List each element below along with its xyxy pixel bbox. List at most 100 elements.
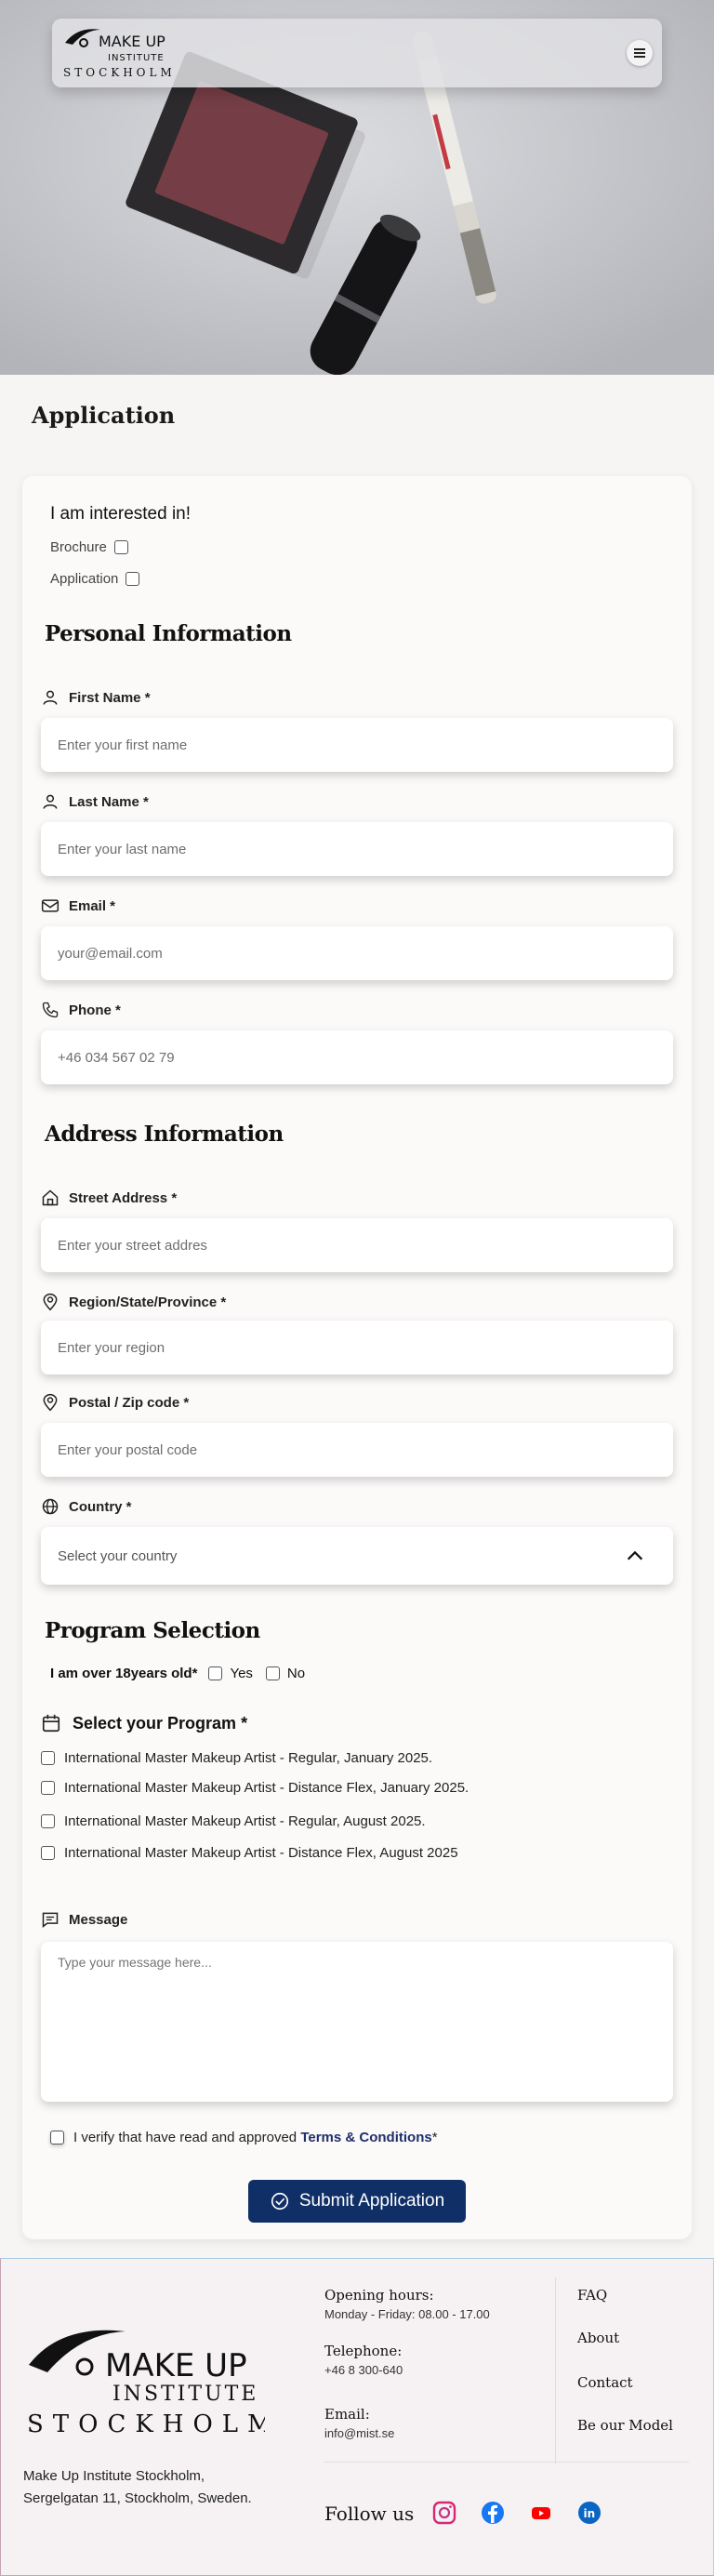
map-pin-icon [43,1293,58,1311]
submit-application-button[interactable]: Submit Application [248,2180,466,2223]
message-textarea[interactable] [41,1942,673,2102]
age-no-label: No [286,1666,306,1681]
country-select[interactable]: Select your country [41,1527,673,1585]
hours-value: Monday - Friday: 08.00 - 17.00 [324,2307,490,2321]
top-navbar: MAKE UP INSTITUTE STOCKHOLM [52,19,662,87]
program-checkbox[interactable] [41,1781,55,1795]
program-selection-heading: Program Selection [45,1618,260,1643]
application-option: Application [50,571,140,587]
footer-logo[interactable]: MAKE UP INSTITUTE STOCKHOLM [23,2318,265,2439]
last-name-label: Last Name * [41,792,149,811]
street-label: Street Address * [41,1188,177,1207]
svg-text:MAKE UP: MAKE UP [99,33,165,50]
svg-text:INSTITUTE: INSTITUTE [112,2383,258,2406]
last-name-label-text: Last Name * [69,793,149,810]
makeup-institute-logo[interactable]: MAKE UP INSTITUTE STOCKHOLM [60,24,199,84]
country-label-text: Country * [69,1498,132,1515]
phone-label: Phone * [41,1001,121,1019]
verify-text-main: I verify that have read and approved [73,2130,298,2145]
program-checkbox[interactable] [41,1751,55,1765]
svg-text:STOCKHOLM: STOCKHOLM [27,2410,265,2438]
home-icon [42,1189,59,1206]
tel-value[interactable]: +46 8 300-640 [324,2363,403,2377]
address-info-heading: Address Information [45,1122,284,1147]
svg-text:MAKE UP: MAKE UP [105,2347,247,2384]
footer-email: Email: info@mist.se [324,2406,394,2440]
first-name-label-text: First Name * [69,689,151,706]
street-label-text: Street Address * [69,1189,178,1206]
application-form: I am interested in! Brochure Application… [22,476,692,2239]
footer-link-contact[interactable]: Contact [577,2374,633,2391]
program-option[interactable]: International Master Makeup Artist - Reg… [41,1813,426,1829]
submit-label: Submit Application [298,2191,445,2211]
program-checkbox[interactable] [41,1814,55,1828]
mail-icon [41,899,60,912]
verify-required-mark: * [431,2130,438,2145]
page-title: Application [32,402,176,429]
program-option[interactable]: International Master Makeup Artist - Reg… [41,1750,432,1766]
program-option[interactable]: International Master Makeup Artist - Dis… [41,1780,469,1796]
footer-link-be-our-model[interactable]: Be our Model [577,2417,673,2434]
interest-title: I am interested in! [50,504,192,524]
last-name-input[interactable] [41,822,673,876]
chevron-up-icon [627,1550,643,1560]
linkedin-icon[interactable]: in [577,2501,602,2525]
email-label: Email * [41,896,115,915]
email-label-text: Email * [69,897,116,914]
footer-address: Make Up Institute Stockholm, Sergelgatan… [23,2465,252,2510]
brochure-checkbox[interactable] [113,540,128,554]
program-option[interactable]: International Master Makeup Artist - Dis… [41,1845,458,1861]
program-checkbox[interactable] [41,1846,55,1860]
program-option-label: International Master Makeup Artist - Dis… [64,1780,469,1796]
age-question-text: I am over 18years old* [50,1666,198,1681]
message-label-text: Message [69,1911,128,1928]
brochure-label: Brochure [50,539,107,555]
program-option-label: International Master Makeup Artist - Dis… [64,1845,458,1861]
hamburger-icon [634,48,645,58]
hero-image: MAKE UP INSTITUTE STOCKHOLM [0,0,714,375]
footer-link-faq[interactable]: FAQ [577,2287,607,2304]
age-yes-label: Yes [230,1666,253,1681]
phone-input[interactable] [41,1030,673,1084]
verify-row: I verify that have read and approved Ter… [50,2130,438,2145]
footer: MAKE UP INSTITUTE STOCKHOLM Make Up Inst… [0,2258,714,2576]
personal-info-heading: Personal Information [45,621,292,646]
opening-hours: Opening hours: Monday - Friday: 08.00 - … [324,2287,490,2321]
brochure-option: Brochure [50,539,128,555]
footer-link-about[interactable]: About [577,2330,619,2346]
email-title: Email: [324,2406,370,2423]
street-input[interactable] [41,1218,673,1272]
facebook-icon[interactable] [481,2501,505,2525]
youtube-icon[interactable] [529,2501,553,2525]
region-label: Region/State/Province * [41,1293,226,1311]
svg-text:STOCKHOLM: STOCKHOLM [63,66,176,79]
message-label: Message [41,1910,127,1929]
phone-icon [42,1002,59,1018]
globe-icon [42,1498,59,1515]
terms-checkbox[interactable] [50,2131,64,2144]
postal-label: Postal / Zip code * [41,1393,189,1412]
verify-text: I verify that have read and approved Ter… [73,2130,438,2145]
user-icon [43,690,58,705]
region-input[interactable] [41,1321,673,1374]
postal-input[interactable] [41,1423,673,1477]
check-circle-icon [271,2192,288,2211]
telephone: Telephone: +46 8 300-640 [324,2343,403,2377]
application-checkbox[interactable] [126,572,140,586]
map-pin-icon [43,1393,58,1412]
age-yes-checkbox[interactable] [208,1666,223,1680]
user-icon [43,794,58,809]
menu-button[interactable] [627,40,653,66]
instagram-icon[interactable] [432,2501,456,2525]
svg-text:in: in [584,2507,596,2520]
age-no-checkbox[interactable] [265,1666,280,1680]
footer-divider-horizontal [324,2462,689,2463]
email-value[interactable]: info@mist.se [324,2426,394,2440]
hours-title: Opening hours: [324,2287,434,2304]
email-input[interactable] [41,926,673,980]
follow-us-label: Follow us [324,2503,415,2525]
svg-text:INSTITUTE: INSTITUTE [108,53,165,63]
terms-link[interactable]: Terms & Conditions [300,2130,431,2145]
first-name-input[interactable] [41,718,673,772]
footer-divider-vertical [555,2277,556,2463]
